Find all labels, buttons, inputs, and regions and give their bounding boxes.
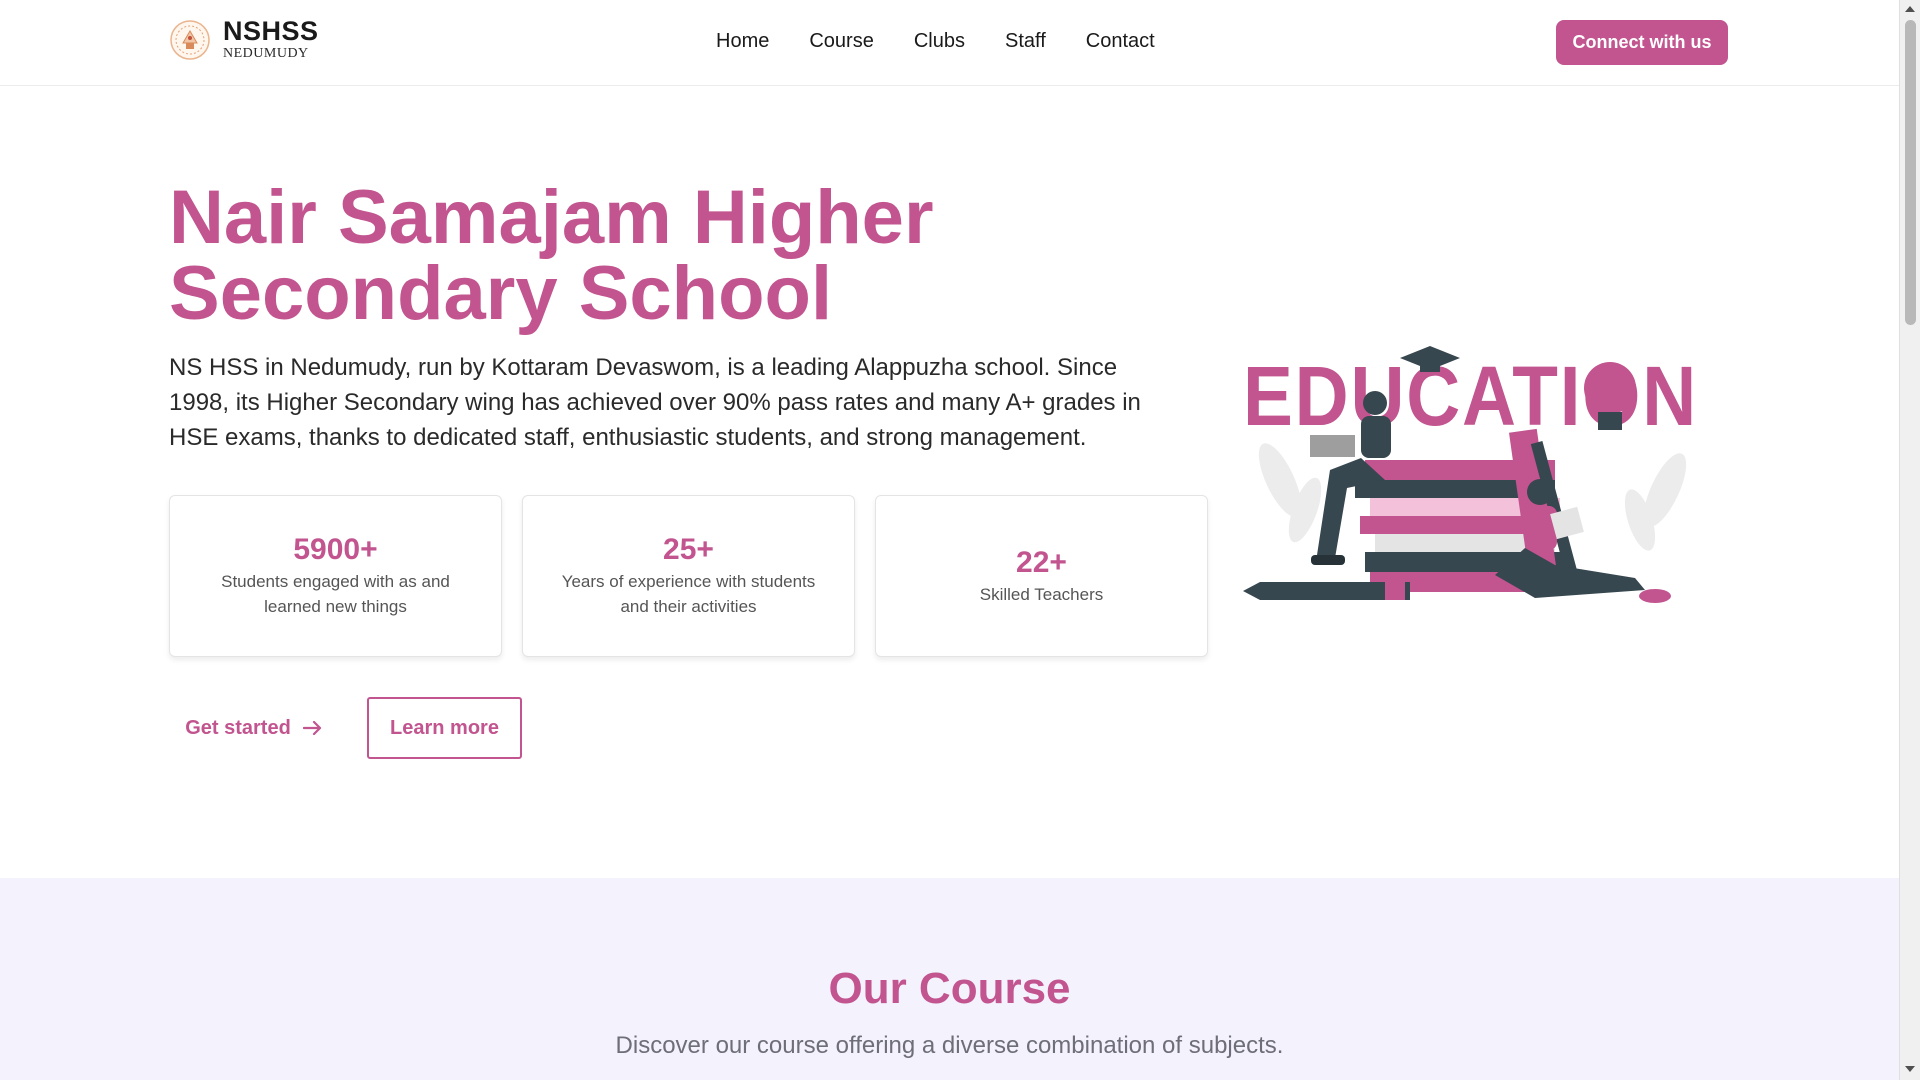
get-started-button[interactable]: Get started [169,697,339,759]
nav-contact[interactable]: Contact [1086,30,1155,53]
scroll-down-icon[interactable] [1905,1066,1915,1072]
get-started-label: Get started [185,716,291,739]
nav-staff[interactable]: Staff [1005,30,1046,53]
page-scrollbar[interactable] [1899,0,1920,1080]
stat-label: Students engaged with as and learned new… [221,572,450,616]
course-title: Our Course [828,964,1071,1013]
logo-title: NSHSS [223,16,319,46]
logo-subtitle: NEDUMUDY [223,46,309,61]
arrow-right-icon [302,721,321,735]
scroll-thumb[interactable] [1905,20,1916,325]
course-section: Our Course Discover our course offering … [0,878,1899,1080]
logo[interactable]: NSHSS NEDUMUDY [169,18,319,61]
site-header: NSHSS NEDUMUDY Home Course Clubs Staff C… [0,0,1899,86]
stat-card-teachers: 22+ Skilled Teachers [875,495,1208,657]
stat-card-years: 25+ Years of experience with students an… [522,495,855,657]
hero-description: NS HSS in Nedumudy, run by Kottaram Deva… [169,354,1141,451]
stat-card-students: 5900+ Students engaged with as and learn… [169,495,502,657]
learn-more-button[interactable]: Learn more [367,697,522,759]
stat-label: Skilled Teachers [979,584,1104,604]
course-subtitle: Discover our course offering a diverse c… [615,1032,1284,1059]
stat-value: 22+ [1016,545,1067,579]
education-illustration: EDUCATION [1243,346,1696,603]
school-emblem-icon [170,19,210,60]
hero-title: Nair Samajam Higher Secondary School [169,175,934,336]
nav-home[interactable]: Home [716,30,769,53]
connect-button[interactable]: Connect with us [1556,20,1728,65]
hero-actions: Get started Learn more [169,697,522,759]
stat-value: 5900+ [293,533,378,566]
stat-label: Years of experience with students and th… [561,572,816,616]
nav-course[interactable]: Course [809,30,873,53]
page: NSHSS NEDUMUDY Home Course Clubs Staff C… [0,0,1920,1080]
stat-value: 25+ [663,533,714,566]
scroll-up-icon[interactable] [1905,6,1915,12]
main-nav: Home Course Clubs Staff Contact [716,30,1155,53]
nav-clubs[interactable]: Clubs [914,30,965,53]
stats-row: 5900+ Students engaged with as and learn… [169,495,1208,657]
